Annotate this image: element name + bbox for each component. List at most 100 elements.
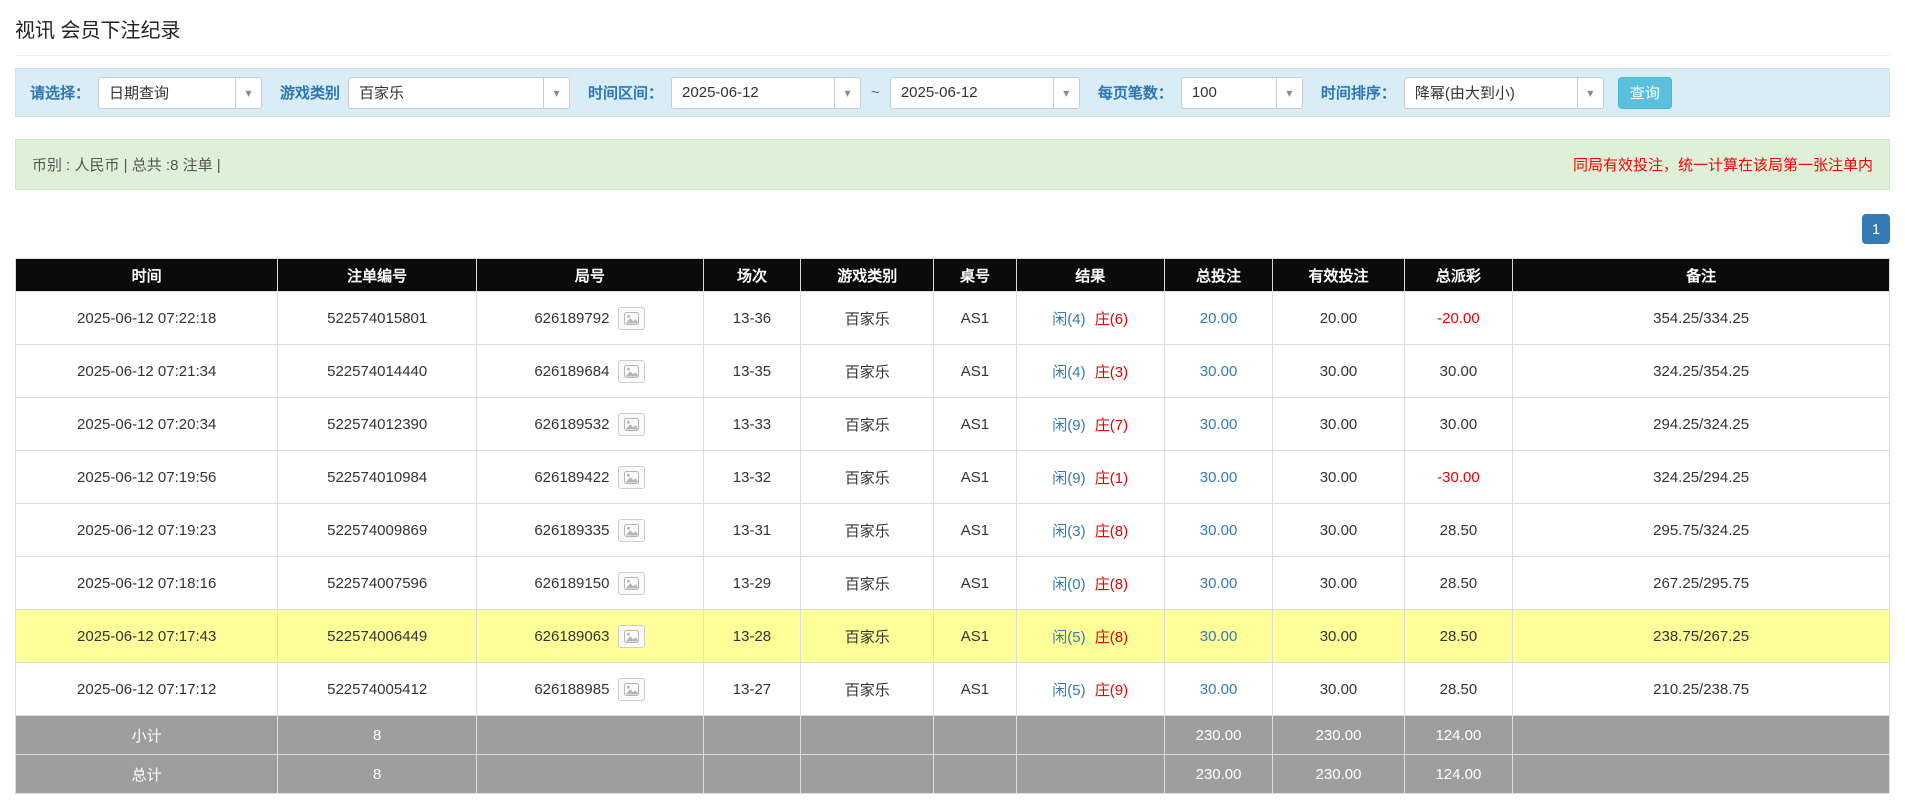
game-type-value: 百家乐 bbox=[359, 85, 405, 102]
table-no: AS1 bbox=[933, 503, 1017, 557]
total-bet-link[interactable]: 30.00 bbox=[1163, 662, 1274, 716]
select-type-value: 日期查询 bbox=[109, 85, 170, 102]
result-player: 闲(0) bbox=[1052, 575, 1086, 593]
round-id-cell: 626189422 bbox=[476, 450, 704, 504]
round-id: 626189532 bbox=[534, 415, 610, 433]
video-thumbnail-icon bbox=[624, 417, 640, 431]
table-header-row: 时间 注单编号 局号 场次 游戏类别 桌号 结果 总投注 有效投注 总派彩 备注 bbox=[14, 258, 1890, 292]
column-header: 总派彩 bbox=[1403, 258, 1514, 292]
bet-id: 522574012390 bbox=[277, 397, 477, 451]
column-header: 有效投注 bbox=[1272, 258, 1405, 292]
table-no: AS1 bbox=[933, 397, 1017, 451]
replay-video-button[interactable] bbox=[618, 412, 646, 436]
session-no: 13-29 bbox=[702, 556, 802, 610]
video-thumbnail-icon bbox=[624, 470, 640, 484]
bet-time: 2025-06-12 07:21:34 bbox=[14, 344, 279, 398]
round-id-cell: 626189684 bbox=[476, 344, 704, 398]
subtotal-row: 小计 8 230.00 230.00 124.00 bbox=[14, 715, 1890, 755]
table-row: 2025-06-12 07:21:34 522574014440 6261896… bbox=[14, 344, 1890, 398]
date-to-input[interactable]: 2025-06-12 ▾ bbox=[889, 76, 1080, 109]
round-id: 626189335 bbox=[534, 521, 610, 539]
time-sort-label: 时间排序： bbox=[1320, 85, 1396, 102]
table-body: 2025-06-12 07:22:18 522574015801 6261897… bbox=[14, 291, 1890, 716]
page: 视讯 会员下注纪录 请选择： 日期查询 ▾ 游戏类别 百家乐 ▾ 时间区间： 2… bbox=[0, 0, 1905, 794]
replay-video-button[interactable] bbox=[618, 465, 646, 489]
round-id: 626189422 bbox=[534, 468, 610, 486]
grand-total-total-bet: 230.00 bbox=[1163, 754, 1274, 794]
chevron-down-icon[interactable]: ▾ bbox=[834, 77, 861, 108]
table-no: AS1 bbox=[933, 450, 1017, 504]
replay-video-button[interactable] bbox=[618, 359, 646, 383]
result-player: 闲(9) bbox=[1052, 416, 1086, 434]
total-bet-link[interactable]: 30.00 bbox=[1163, 450, 1274, 504]
bet-time: 2025-06-12 07:19:56 bbox=[14, 450, 279, 504]
payout: -30.00 bbox=[1403, 450, 1514, 504]
valid-bet: 30.00 bbox=[1272, 397, 1405, 451]
chevron-down-icon[interactable]: ▾ bbox=[543, 77, 570, 108]
result-banker: 庄(9) bbox=[1094, 681, 1129, 699]
per-page-label: 每页笔数： bbox=[1097, 85, 1173, 102]
replay-video-button[interactable] bbox=[618, 518, 646, 542]
table-row: 2025-06-12 07:22:18 522574015801 6261897… bbox=[14, 291, 1890, 345]
result-player: 闲(3) bbox=[1052, 522, 1086, 540]
column-header: 时间 bbox=[14, 258, 279, 292]
bet-id: 522574006449 bbox=[277, 609, 477, 663]
remark: 267.25/295.75 bbox=[1512, 556, 1890, 610]
remark: 238.75/267.25 bbox=[1512, 609, 1890, 663]
session-no: 13-31 bbox=[702, 503, 802, 557]
remark: 324.25/354.25 bbox=[1512, 344, 1890, 398]
payout: 28.50 bbox=[1403, 609, 1514, 663]
page-button-1[interactable]: 1 bbox=[1862, 214, 1890, 244]
round-id-cell: 626188985 bbox=[476, 662, 704, 716]
per-page-dropdown[interactable]: 100 ▾ bbox=[1180, 76, 1303, 109]
game-type: 百家乐 bbox=[800, 556, 935, 610]
bet-time: 2025-06-12 07:18:16 bbox=[14, 556, 279, 610]
result-player: 闲(5) bbox=[1052, 681, 1086, 699]
table-no: AS1 bbox=[933, 609, 1017, 663]
total-bet-link[interactable]: 30.00 bbox=[1163, 344, 1274, 398]
table-row: 2025-06-12 07:18:16 522574007596 6261891… bbox=[14, 556, 1890, 610]
chevron-down-icon[interactable]: ▾ bbox=[235, 77, 262, 108]
valid-bet: 20.00 bbox=[1272, 291, 1405, 345]
select-type-dropdown[interactable]: 日期查询 ▾ bbox=[98, 76, 263, 109]
valid-bet: 30.00 bbox=[1272, 450, 1405, 504]
video-thumbnail-icon bbox=[624, 576, 640, 590]
replay-video-button[interactable] bbox=[618, 571, 646, 595]
session-no: 13-28 bbox=[702, 609, 802, 663]
time-sort-dropdown[interactable]: 降幂(由大到小) ▾ bbox=[1403, 76, 1604, 109]
total-bet-link[interactable]: 30.00 bbox=[1163, 397, 1274, 451]
column-header: 场次 bbox=[702, 258, 802, 292]
round-id: 626189063 bbox=[534, 627, 610, 645]
total-bet-link[interactable]: 20.00 bbox=[1163, 291, 1274, 345]
session-no: 13-32 bbox=[702, 450, 802, 504]
total-bet-link[interactable]: 30.00 bbox=[1163, 503, 1274, 557]
total-bet-link[interactable]: 30.00 bbox=[1163, 556, 1274, 610]
table-row: 2025-06-12 07:20:34 522574012390 6261895… bbox=[14, 397, 1890, 451]
game-type: 百家乐 bbox=[800, 450, 935, 504]
game-type: 百家乐 bbox=[800, 609, 935, 663]
table-no: AS1 bbox=[933, 556, 1017, 610]
remark: 324.25/294.25 bbox=[1512, 450, 1890, 504]
bet-id: 522574014440 bbox=[277, 344, 477, 398]
replay-video-button[interactable] bbox=[618, 624, 646, 648]
bet-time: 2025-06-12 07:17:12 bbox=[14, 662, 279, 716]
date-from-input[interactable]: 2025-06-12 ▾ bbox=[671, 76, 862, 109]
query-button[interactable]: 查询 bbox=[1617, 76, 1672, 109]
result-player: 闲(4) bbox=[1052, 363, 1086, 381]
result-cell: 闲(9) 庄(7) bbox=[1015, 397, 1165, 451]
remark: 354.25/334.25 bbox=[1512, 291, 1890, 345]
chevron-down-icon[interactable]: ▾ bbox=[1275, 77, 1302, 108]
chevron-down-icon[interactable]: ▾ bbox=[1052, 77, 1079, 108]
summary-bar: 币别 : 人民币 | 总共 :8 注单 | 同局有效投注，统一计算在该局第一张注… bbox=[15, 139, 1890, 190]
replay-video-button[interactable] bbox=[618, 306, 646, 330]
payout: 30.00 bbox=[1403, 397, 1514, 451]
remark: 295.75/324.25 bbox=[1512, 503, 1890, 557]
round-id: 626188985 bbox=[534, 680, 610, 698]
game-type-dropdown[interactable]: 百家乐 ▾ bbox=[348, 76, 571, 109]
replay-video-button[interactable] bbox=[618, 677, 646, 701]
video-thumbnail-icon bbox=[624, 629, 640, 643]
table-row: 2025-06-12 07:19:23 522574009869 6261893… bbox=[14, 503, 1890, 557]
chevron-down-icon[interactable]: ▾ bbox=[1576, 77, 1603, 108]
valid-bet: 30.00 bbox=[1272, 503, 1405, 557]
total-bet-link[interactable]: 30.00 bbox=[1163, 609, 1274, 663]
